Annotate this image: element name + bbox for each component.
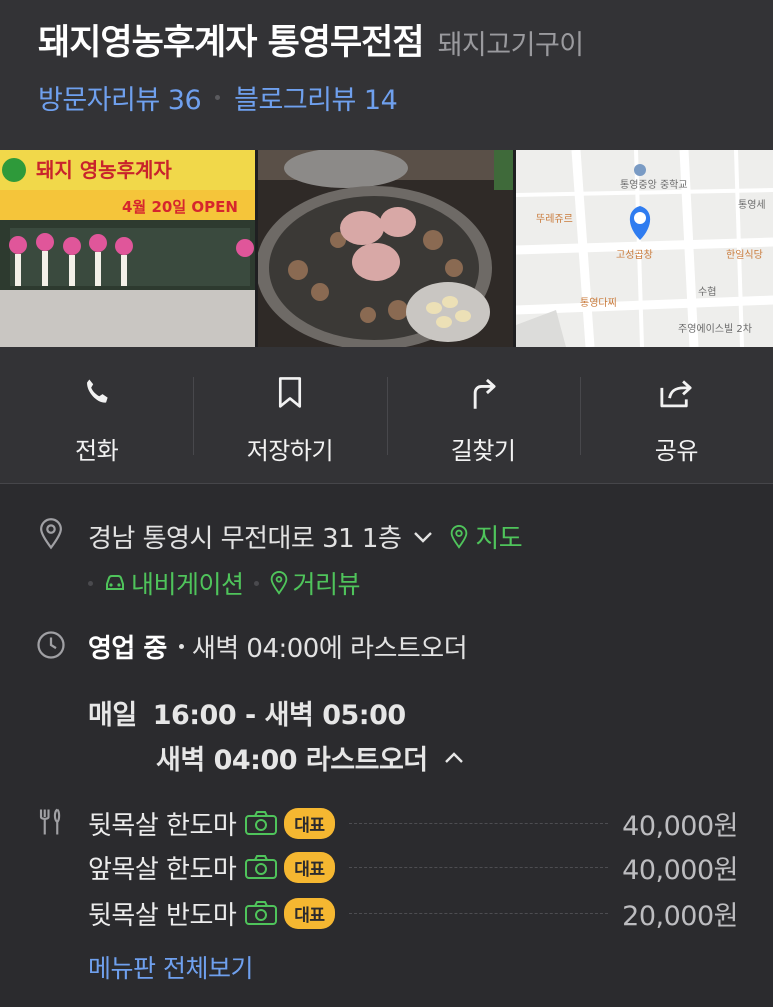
map-link[interactable]: 지도 [449,518,523,555]
view-full-menu-link[interactable]: 메뉴판 전체보기 [88,949,253,985]
signature-badge: 대표 [284,897,335,929]
share-icon [658,375,694,411]
share-button[interactable]: 공유 [579,347,773,483]
menu-item-name: 뒷목살 반도마 [88,900,237,931]
menu-item-name: 앞목살 한도마 [88,854,237,885]
signature-badge: 대표 [284,851,335,883]
hours-detail-row: 매일 16:00 - 새벽 05:00 [88,693,406,732]
hours-day: 매일 [88,700,137,731]
visitor-reviews-link[interactable]: 방문자리뷰 36 [38,78,202,117]
map-label-edge: 통영세 [738,199,766,211]
menu-item[interactable]: 앞목살 한도마 대표 40,000원 [88,847,738,887]
map-label-school: 통영중앙 중학교 [620,179,688,191]
photo-strip: 돼지 영농후계자 4월 20일 OPEN 통영중앙 중학교 뚜레쥬르 통영세 고… [0,150,773,347]
location-pin-icon [34,517,68,551]
directions-icon [465,375,501,411]
separator-dot [88,580,93,586]
last-order-summary: 새벽 04:00에 라스트오더 [191,634,468,664]
street-view-pin-icon [269,571,289,595]
blog-reviews-link[interactable]: 블로그리뷰 14 [234,78,398,117]
address-row: 경남 통영시 무전대로 31 1층 지도 [88,518,523,555]
food-photo[interactable] [258,150,513,347]
place-category: 돼지고기구이 [437,30,585,61]
map-label-suhyup: 수협 [698,285,716,298]
camera-icon [244,854,278,880]
call-label: 전화 [75,437,119,465]
directions-button[interactable]: 길찾기 [386,347,580,483]
bookmark-icon [272,375,308,411]
menu-item[interactable]: 뒷목살 한도마 대표 40,000원 [88,803,738,843]
map-pin-icon [449,524,469,549]
camera-icon [244,900,278,926]
menu-item-name: 뒷목살 한도마 [88,810,237,841]
map-link-label: 지도 [475,524,523,554]
save-button[interactable]: 저장하기 [193,347,386,483]
review-row: 방문자리뷰 36 블로그리뷰 14 [38,78,398,117]
share-label: 공유 [654,437,699,465]
street-view-link[interactable]: 거리뷰 [269,565,361,601]
menu-item-price: 20,000원 [622,900,738,932]
signature-badge: 대표 [284,807,335,839]
hours-status-row[interactable]: 영업 중 새벽 04:00에 라스트오더 [88,628,468,665]
map-label-restaurant-b: 한일식당 [726,249,763,261]
menu-item-price: 40,000원 [622,810,738,842]
open-status: 영업 중 [88,634,167,664]
map-thumbnail[interactable]: 통영중앙 중학교 뚜레쥬르 통영세 고성곱창 한일식당 수협 통영다찌 주영에이… [516,150,773,347]
last-order-row: 새벽 04:00 라스트오더 [156,738,466,777]
map-label-bakery: 뚜레쥬르 [536,213,573,225]
last-order-text: 새벽 04:00 라스트오더 [156,745,428,776]
menu-item[interactable]: 뒷목살 반도마 대표 20,000원 [88,893,738,933]
price-leader [348,866,609,868]
save-label: 저장하기 [246,437,334,465]
price-leader [348,822,609,824]
camera-icon [244,810,278,836]
street-view-label: 거리뷰 [292,570,361,599]
place-title: 돼지영농후계자 통영무전점 [38,23,425,63]
utensils-icon [34,805,68,839]
address-links-row: 내비게이션 거리뷰 [88,565,361,601]
menu-item-price: 40,000원 [622,854,738,886]
place-header: 돼지영농후계자 통영무전점 돼지고기구이 방문자리뷰 36 블로그리뷰 14 [0,0,773,150]
price-leader [348,912,609,914]
separator-dot [253,580,259,586]
directions-label: 길찾기 [450,437,516,465]
hours-time: 16:00 - 새벽 05:00 [152,700,406,731]
storefront-banner-text: 4월 20일 OPEN [122,198,238,216]
navigation-link[interactable]: 내비게이션 [103,565,244,601]
title-row: 돼지영농후계자 통영무전점 돼지고기구이 [38,14,584,65]
separator-dot [178,644,184,649]
action-bar: 전화 저장하기 길찾기 공유 [0,347,773,484]
address-expand-icon[interactable] [411,529,435,545]
storefront-sign-text: 돼지 영농후계자 [36,158,172,182]
call-button[interactable]: 전화 [0,347,193,483]
storefront-photo[interactable]: 돼지 영농후계자 4월 20일 OPEN [0,150,255,347]
map-label-apartment: 주영에이스빌 2차 [678,323,752,335]
map-label-restaurant-a: 고성곱창 [616,249,653,261]
clock-icon [34,628,68,662]
map-label-dajji: 통영다찌 [580,297,617,309]
collapse-hours-icon[interactable] [442,750,466,766]
address-text: 경남 통영시 무전대로 31 1층 [88,524,402,554]
navigation-label: 내비게이션 [131,570,244,599]
car-icon [103,572,127,594]
phone-icon [79,375,115,411]
separator-dot [215,95,221,100]
